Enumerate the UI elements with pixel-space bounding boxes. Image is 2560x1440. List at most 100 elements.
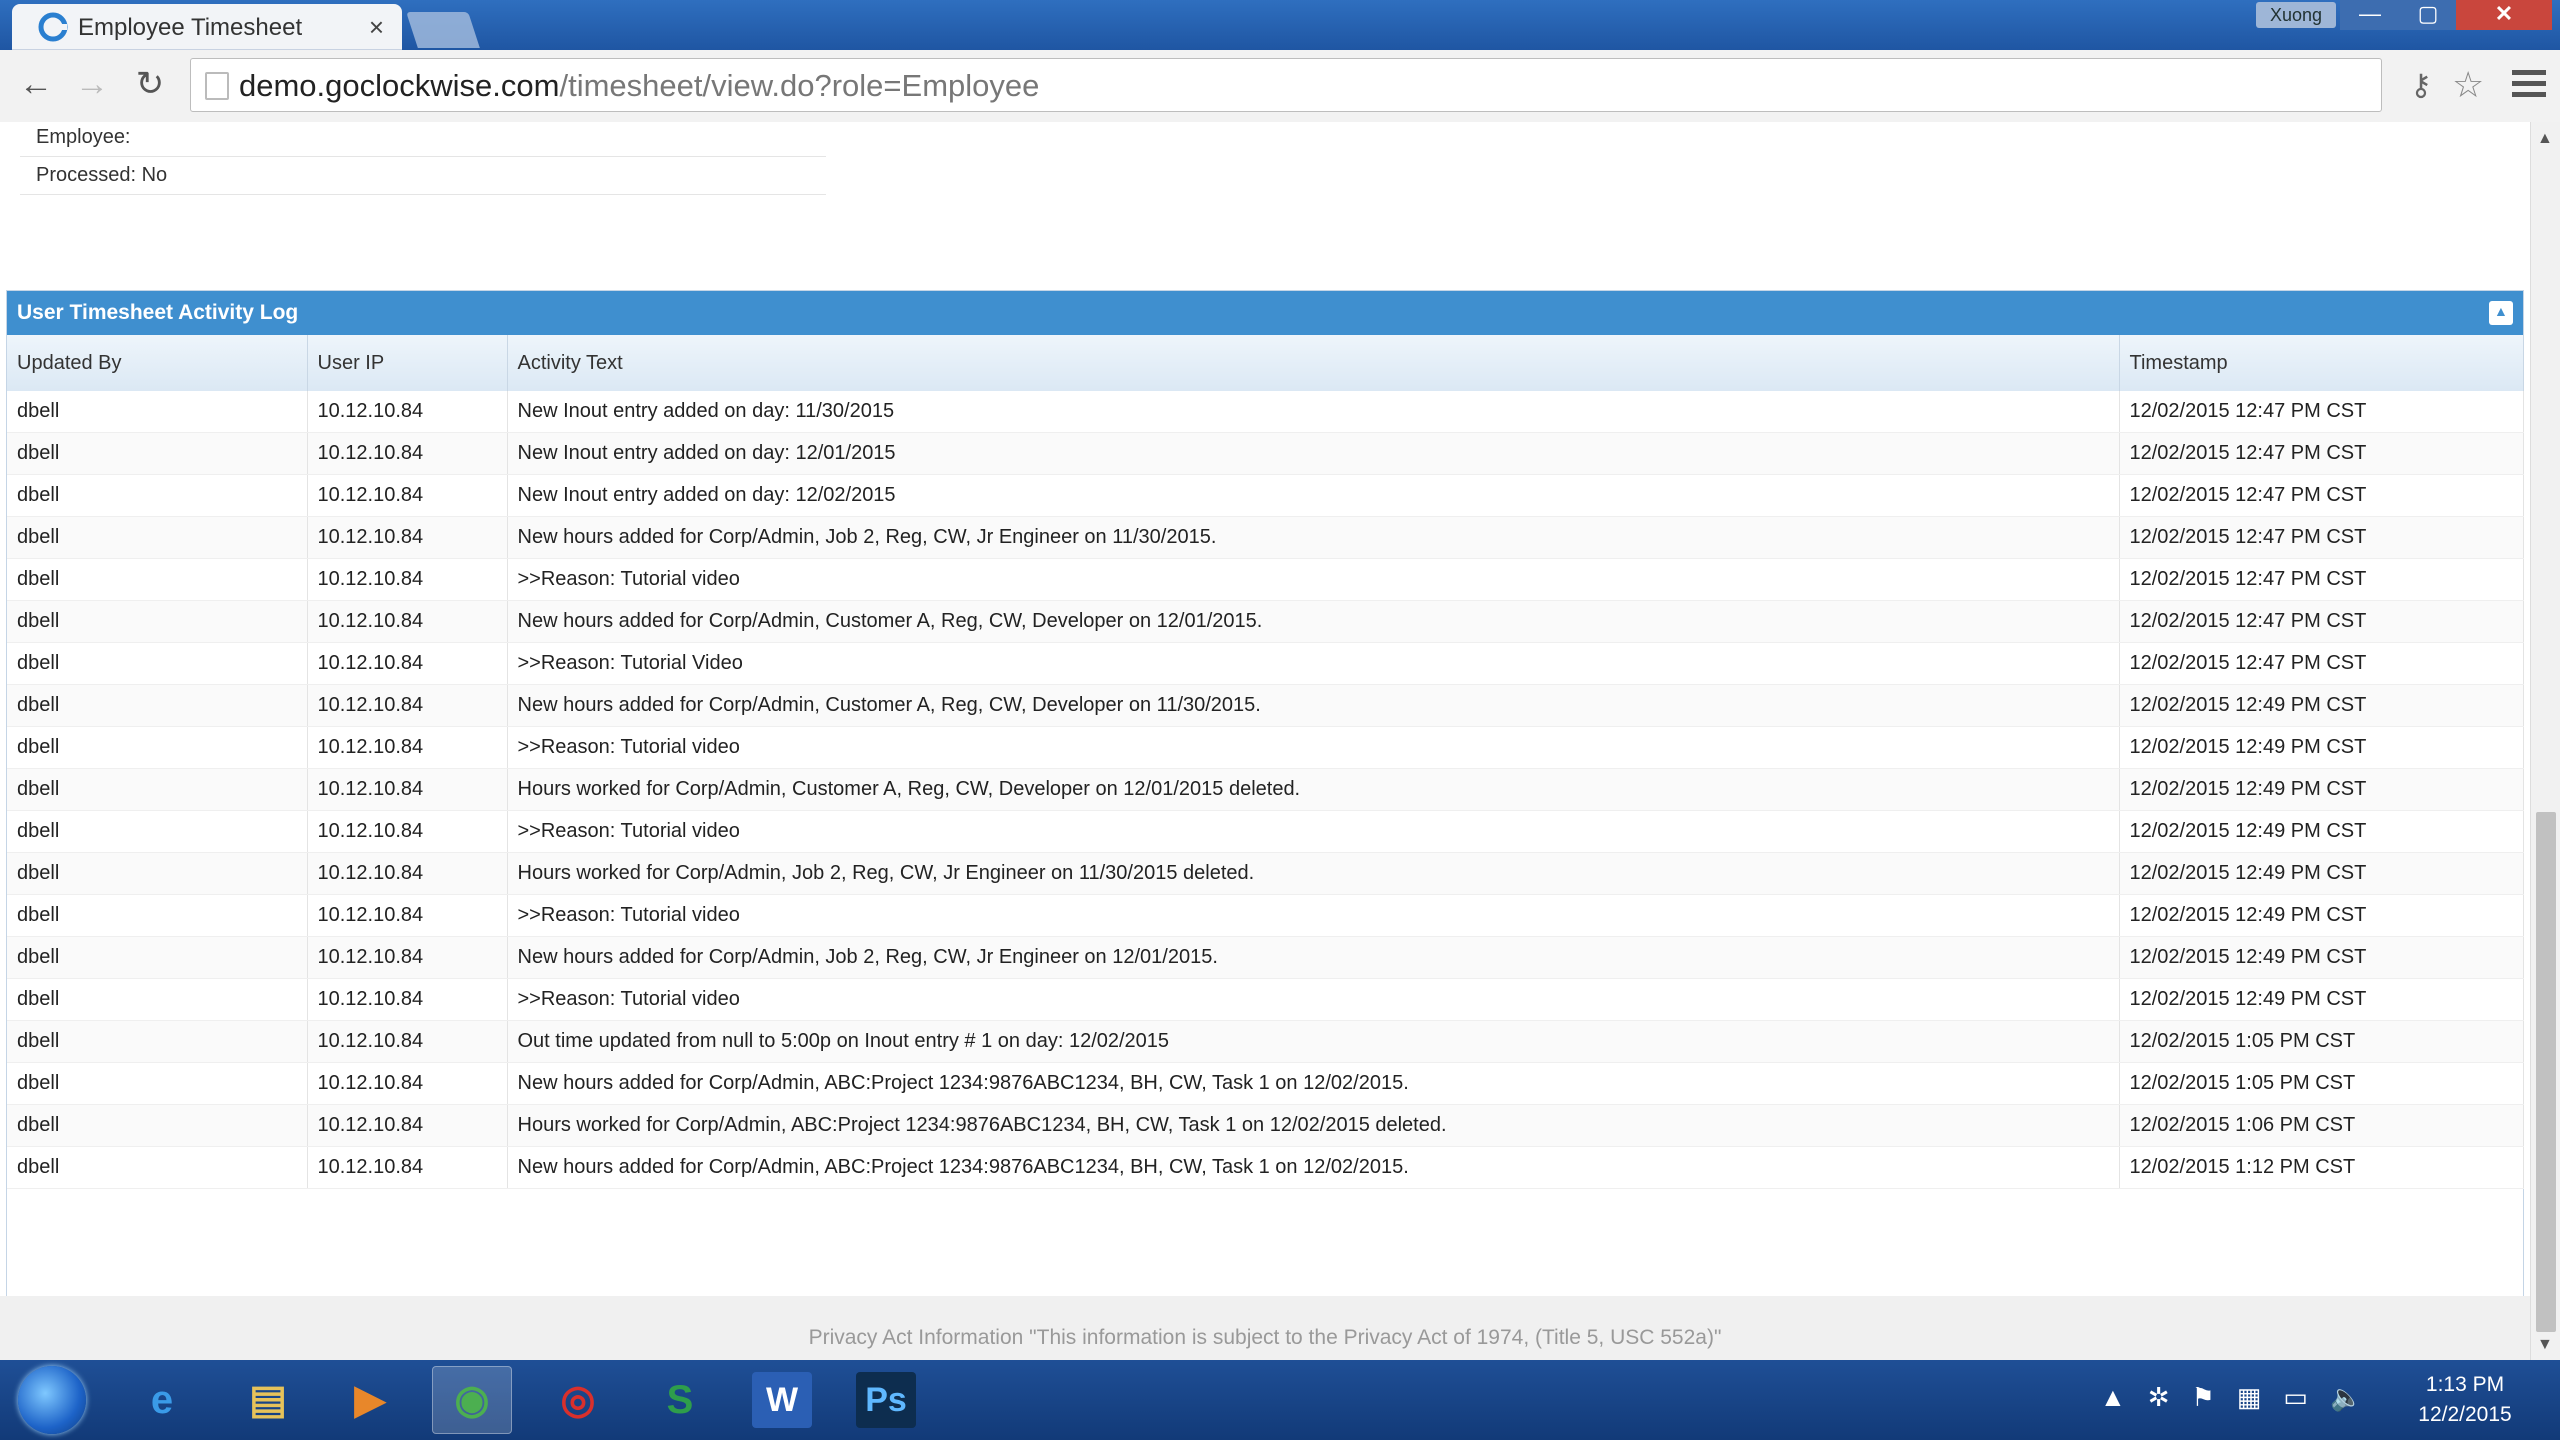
page-scrollbar[interactable]: ▲ ▼: [2530, 122, 2560, 1360]
cell-user-ip: 10.12.10.84: [307, 768, 508, 811]
cell-updated-by: dbell: [7, 600, 308, 643]
cell-updated-by: dbell: [7, 852, 308, 895]
table-row: dbell 10.12.10.84 New hours added for Corp…: [7, 684, 2524, 727]
page-icon: [205, 72, 229, 100]
cell-activity-text: New Inout entry added on day: 11/30/2015: [507, 391, 2120, 433]
cell-timestamp: 12/02/2015 1:12 PM CST: [2119, 1146, 2524, 1189]
table-row: dbell 10.12.10.84 New Inout entry added on…: [7, 474, 2524, 517]
creative-cloud-icon[interactable]: ◎: [538, 1366, 618, 1434]
photoshop-icon[interactable]: Ps: [846, 1366, 926, 1434]
cell-updated-by: dbell: [7, 432, 308, 475]
cell-user-ip: 10.12.10.84: [307, 600, 508, 643]
employee-row: Employee:: [20, 122, 826, 157]
creative-cloud-icon-glyph: ◎: [560, 1378, 596, 1422]
url-text[interactable]: demo.goclockwise.com/timesheet/view.do?r…: [239, 68, 1039, 104]
new-tab-button[interactable]: [406, 12, 480, 48]
table-row: dbell 10.12.10.84 >>Reason: Tutorial video…: [7, 978, 2524, 1021]
action-center-flag-icon[interactable]: ⚑: [2192, 1382, 2215, 1412]
collapse-panel-icon[interactable]: [2489, 301, 2513, 325]
cell-updated-by: dbell: [7, 1146, 308, 1189]
close-window-button[interactable]: ✕: [2456, 0, 2552, 30]
processed-label: Processed: No: [36, 164, 168, 186]
volume-icon[interactable]: 🔈: [2330, 1382, 2362, 1412]
browser-tab[interactable]: Employee Timesheet ×: [12, 4, 402, 50]
cell-user-ip: 10.12.10.84: [307, 978, 508, 1021]
tab-close-icon[interactable]: ×: [369, 12, 384, 43]
cell-activity-text: New Inout entry added on day: 12/01/2015: [507, 432, 2120, 475]
snagit-icon[interactable]: S: [640, 1366, 720, 1434]
cell-user-ip: 10.12.10.84: [307, 894, 508, 937]
table-row: dbell 10.12.10.84 >>Reason: Tutorial Video…: [7, 642, 2524, 685]
profile-button[interactable]: Xuong: [2256, 2, 2336, 28]
cell-updated-by: dbell: [7, 684, 308, 727]
activity-log-header: User Timesheet Activity Log: [7, 291, 2523, 335]
column-header-activity-text[interactable]: Activity Text: [507, 335, 2120, 391]
internet-explorer-icon[interactable]: e: [122, 1366, 202, 1434]
minimize-button[interactable]: —: [2340, 0, 2400, 30]
cell-updated-by: dbell: [7, 810, 308, 853]
cell-user-ip: 10.12.10.84: [307, 1020, 508, 1063]
cell-timestamp: 12/02/2015 12:47 PM CST: [2119, 391, 2524, 433]
activity-log-table: Updated By User IP Activity Text Timesta…: [7, 335, 2524, 1189]
cell-activity-text: >>Reason: Tutorial Video: [507, 642, 2120, 685]
chrome-icon[interactable]: ◉: [432, 1366, 512, 1434]
scrollbar-thumb[interactable]: [2536, 812, 2556, 1332]
tab-title: Employee Timesheet: [78, 14, 303, 41]
maximize-button[interactable]: ▢: [2400, 0, 2456, 30]
cell-updated-by: dbell: [7, 1020, 308, 1063]
snagit-icon-glyph: S: [666, 1378, 694, 1422]
show-hidden-icons-icon[interactable]: ▲: [2100, 1382, 2126, 1412]
forward-icon[interactable]: →: [70, 62, 114, 106]
bookmark-star-icon[interactable]: ☆: [2452, 64, 2484, 106]
cell-activity-text: New hours added for Corp/Admin, Customer…: [507, 600, 2120, 643]
cell-activity-text: >>Reason: Tutorial video: [507, 894, 2120, 937]
cell-user-ip: 10.12.10.84: [307, 1062, 508, 1105]
cell-user-ip: 10.12.10.84: [307, 1104, 508, 1147]
processed-row: Processed: No: [20, 156, 826, 195]
cell-updated-by: dbell: [7, 642, 308, 685]
cell-timestamp: 12/02/2015 12:47 PM CST: [2119, 432, 2524, 475]
file-explorer-icon[interactable]: ▤: [228, 1366, 308, 1434]
start-button[interactable]: [18, 1366, 86, 1434]
url-host: demo.goclockwise.com: [239, 68, 560, 103]
media-player-icon[interactable]: ▶: [330, 1366, 410, 1434]
cell-updated-by: dbell: [7, 978, 308, 1021]
word-icon[interactable]: W: [742, 1366, 822, 1434]
cell-timestamp: 12/02/2015 12:47 PM CST: [2119, 516, 2524, 559]
cell-timestamp: 12/02/2015 12:47 PM CST: [2119, 558, 2524, 601]
cell-timestamp: 12/02/2015 12:49 PM CST: [2119, 978, 2524, 1021]
table-row: dbell 10.12.10.84 New hours added for Corp…: [7, 600, 2524, 643]
scroll-down-icon[interactable]: ▼: [2537, 1336, 2553, 1354]
table-row: dbell 10.12.10.84 New hours added for Corp…: [7, 1062, 2524, 1105]
cell-updated-by: dbell: [7, 1104, 308, 1147]
chrome-icon-glyph: ◉: [454, 1378, 490, 1422]
cell-timestamp: 12/02/2015 12:47 PM CST: [2119, 600, 2524, 643]
back-icon[interactable]: ←: [14, 62, 58, 106]
settings-icon[interactable]: ✲: [2148, 1382, 2170, 1412]
address-bar[interactable]: demo.goclockwise.com/timesheet/view.do?r…: [190, 58, 2382, 112]
cell-user-ip: 10.12.10.84: [307, 726, 508, 769]
file-explorer-icon-glyph: ▤: [249, 1378, 287, 1422]
key-icon[interactable]: ⚷: [2410, 68, 2432, 103]
cell-timestamp: 12/02/2015 12:49 PM CST: [2119, 810, 2524, 853]
table-header-row: Updated By User IP Activity Text Timesta…: [7, 335, 2524, 391]
cell-updated-by: dbell: [7, 726, 308, 769]
cell-user-ip: 10.12.10.84: [307, 516, 508, 559]
scroll-up-icon[interactable]: ▲: [2537, 130, 2553, 148]
network-drive-icon[interactable]: ▦: [2237, 1382, 2262, 1412]
windows-taskbar: e ▤ ▶ ◉ ◎ S W Ps ▲ ✲ ⚑ ▦ ▭ 🔈 1:13 PM 12/2/2015: [0, 1360, 2560, 1440]
cell-timestamp: 12/02/2015 1:05 PM CST: [2119, 1062, 2524, 1105]
display-icon[interactable]: ▭: [2283, 1382, 2308, 1412]
table-row: dbell 10.12.10.84 New Inout entry added on…: [7, 391, 2524, 433]
clock-date: 12/2/2015: [2418, 1403, 2512, 1426]
cell-timestamp: 12/02/2015 12:47 PM CST: [2119, 474, 2524, 517]
chrome-menu-icon[interactable]: [2512, 70, 2546, 98]
system-clock[interactable]: 1:13 PM 12/2/2015: [2390, 1370, 2540, 1430]
column-header-updated-by[interactable]: Updated By: [7, 335, 308, 391]
cell-activity-text: Hours worked for Corp/Admin, ABC:Project…: [507, 1104, 2120, 1147]
cell-activity-text: New hours added for Corp/Admin, Customer…: [507, 684, 2120, 727]
column-header-timestamp[interactable]: Timestamp: [2119, 335, 2524, 391]
clock-time: 1:13 PM: [2425, 1373, 2505, 1396]
column-header-user-ip[interactable]: User IP: [307, 335, 508, 391]
reload-icon[interactable]: ↻: [128, 62, 172, 106]
